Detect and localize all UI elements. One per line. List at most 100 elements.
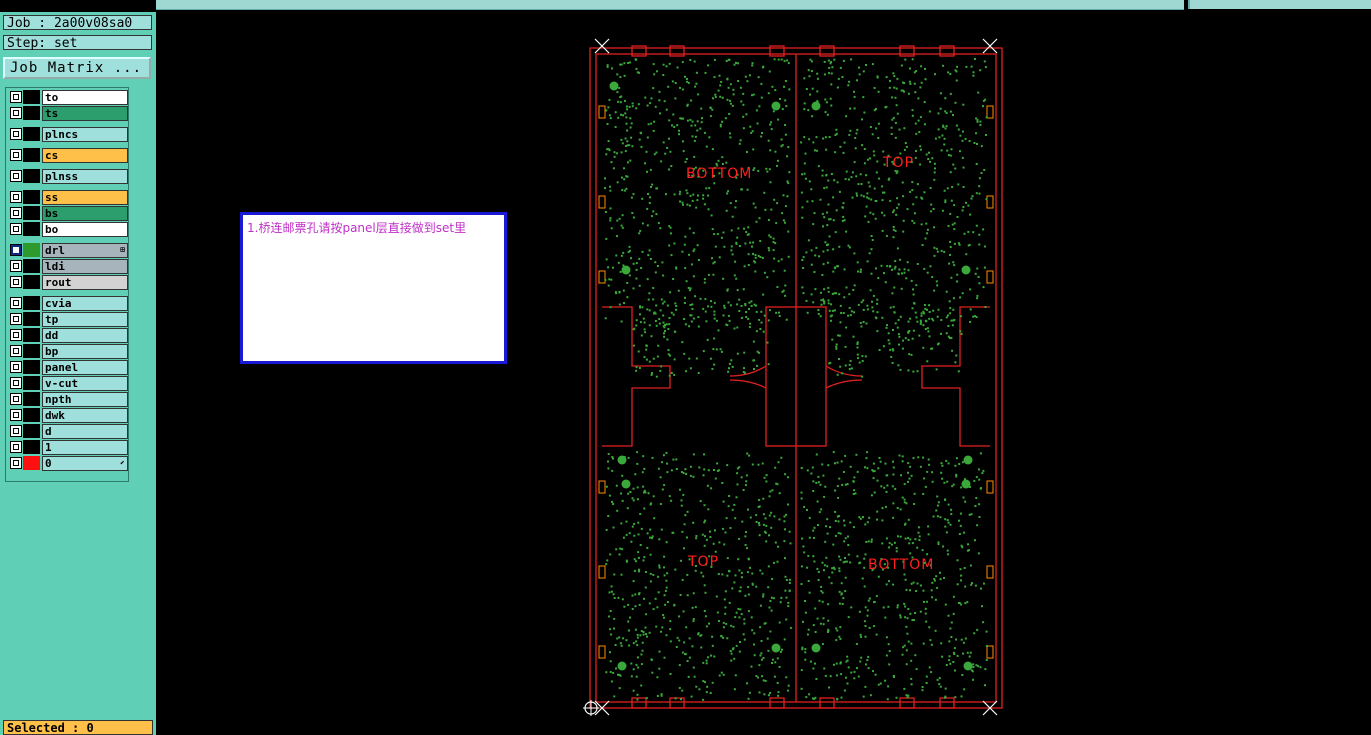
layer-color-swatch[interactable] — [23, 296, 40, 310]
layer-checkbox[interactable] — [10, 377, 22, 389]
layer-color-swatch[interactable] — [23, 456, 40, 470]
layer-color-swatch[interactable] — [23, 344, 40, 358]
layer-row-rout[interactable]: rout — [8, 275, 128, 290]
layer-row-npth[interactable]: npth — [8, 392, 128, 407]
layer-color-swatch[interactable] — [23, 169, 40, 183]
layer-name[interactable]: plnss — [42, 169, 128, 184]
layer-checkbox[interactable] — [10, 191, 22, 203]
layer-name[interactable]: rout — [42, 275, 128, 290]
layer-color-swatch[interactable] — [23, 376, 40, 390]
layer-name[interactable]: npth — [42, 392, 128, 407]
layer-row-panel[interactable]: panel — [8, 360, 128, 375]
toolbar-field-right[interactable] — [1188, 0, 1371, 9]
layer-color-swatch[interactable] — [23, 360, 40, 374]
layer-checkbox[interactable] — [10, 297, 22, 309]
layer-row-1[interactable]: 1 — [8, 440, 128, 455]
layer-color-swatch[interactable] — [23, 148, 40, 162]
layer-row-bp[interactable]: bp — [8, 344, 128, 359]
layer-name[interactable]: ts — [42, 106, 128, 121]
layer-name[interactable]: dwk — [42, 408, 128, 423]
layer-name[interactable]: bs — [42, 206, 128, 221]
layer-name[interactable]: bo — [42, 222, 128, 237]
drill-pad — [731, 587, 734, 590]
layer-color-swatch[interactable] — [23, 408, 40, 422]
layer-row-dwk[interactable]: dwk — [8, 408, 128, 423]
layer-name[interactable]: drl ⊞ — [42, 243, 128, 258]
drill-pad — [861, 118, 863, 121]
layer-row-drl[interactable]: drl ⊞ — [8, 243, 128, 258]
drill-pad — [906, 261, 909, 264]
drill-pad — [917, 526, 920, 529]
layer-checkbox[interactable] — [10, 260, 22, 272]
layer-checkbox[interactable] — [10, 409, 22, 421]
layer-row-to[interactable]: to — [8, 90, 128, 105]
layer-name[interactable]: 1 — [42, 440, 128, 455]
drill-pad — [724, 612, 727, 615]
layer-row-ss[interactable]: ss — [8, 190, 128, 205]
layer-color-swatch[interactable] — [23, 190, 40, 204]
layer-color-swatch[interactable] — [23, 312, 40, 326]
layer-row-cvia[interactable]: cvia — [8, 296, 128, 311]
layer-checkbox[interactable] — [10, 393, 22, 405]
drill-pad — [785, 596, 788, 599]
layer-name[interactable]: panel — [42, 360, 128, 375]
pcb-canvas[interactable]: BOTTOMTOPTOP BOTTOM — [580, 36, 1005, 721]
layer-checkbox[interactable] — [10, 207, 22, 219]
layer-name[interactable]: d — [42, 424, 128, 439]
layer-name[interactable]: to — [42, 90, 128, 105]
layer-row-ldi[interactable]: ldi — [8, 259, 128, 274]
layer-name[interactable]: 0 ⬋ — [42, 456, 128, 471]
toolbar-field[interactable] — [156, 0, 1184, 10]
layer-checkbox[interactable] — [10, 425, 22, 437]
layer-checkbox[interactable] — [10, 107, 22, 119]
layer-color-swatch[interactable] — [23, 424, 40, 438]
layer-checkbox[interactable] — [10, 313, 22, 325]
layer-checkbox[interactable] — [10, 441, 22, 453]
layer-color-swatch[interactable] — [23, 206, 40, 220]
layer-checkbox[interactable] — [10, 223, 22, 235]
layer-row-0[interactable]: 0 ⬋ — [8, 456, 128, 471]
layer-checkbox[interactable] — [10, 91, 22, 103]
layer-checkbox[interactable] — [10, 457, 22, 469]
layer-checkbox[interactable] — [10, 149, 22, 161]
job-matrix-button[interactable]: Job Matrix ... — [3, 57, 151, 79]
layer-color-swatch[interactable] — [23, 328, 40, 342]
layer-checkbox[interactable] — [10, 244, 22, 256]
drill-pad — [933, 162, 936, 165]
layer-row-ts[interactable]: ts — [8, 106, 128, 121]
layer-name[interactable]: cvia — [42, 296, 128, 311]
layer-name[interactable]: tp — [42, 312, 128, 327]
layer-color-swatch[interactable] — [23, 243, 40, 257]
layer-row-dd[interactable]: dd — [8, 328, 128, 343]
layer-color-swatch[interactable] — [23, 275, 40, 289]
layer-color-swatch[interactable] — [23, 392, 40, 406]
drill-pad — [748, 301, 751, 304]
layer-row-bs[interactable]: bs — [8, 206, 128, 221]
layer-color-swatch[interactable] — [23, 106, 40, 120]
layer-checkbox[interactable] — [10, 345, 22, 357]
layer-checkbox[interactable] — [10, 128, 22, 140]
layer-checkbox[interactable] — [10, 276, 22, 288]
layer-row-plnss[interactable]: plnss — [8, 169, 128, 184]
layer-color-swatch[interactable] — [23, 90, 40, 104]
layer-row-plncs[interactable]: plncs — [8, 127, 128, 142]
layer-checkbox[interactable] — [10, 170, 22, 182]
layer-name[interactable]: ldi — [42, 259, 128, 274]
layer-checkbox[interactable] — [10, 329, 22, 341]
layer-color-swatch[interactable] — [23, 127, 40, 141]
layer-row-bo[interactable]: bo — [8, 222, 128, 237]
layer-color-swatch[interactable] — [23, 440, 40, 454]
layer-name[interactable]: bp — [42, 344, 128, 359]
layer-color-swatch[interactable] — [23, 259, 40, 273]
layer-name[interactable]: v-cut — [42, 376, 128, 391]
layer-row-cs[interactable]: cs — [8, 148, 128, 163]
layer-row-v-cut[interactable]: v-cut — [8, 376, 128, 391]
layer-name[interactable]: cs — [42, 148, 128, 163]
layer-name[interactable]: plncs — [42, 127, 128, 142]
layer-color-swatch[interactable] — [23, 222, 40, 236]
layer-name[interactable]: dd — [42, 328, 128, 343]
layer-row-d[interactable]: d — [8, 424, 128, 439]
layer-row-tp[interactable]: tp — [8, 312, 128, 327]
layer-checkbox[interactable] — [10, 361, 22, 373]
layer-name[interactable]: ss — [42, 190, 128, 205]
